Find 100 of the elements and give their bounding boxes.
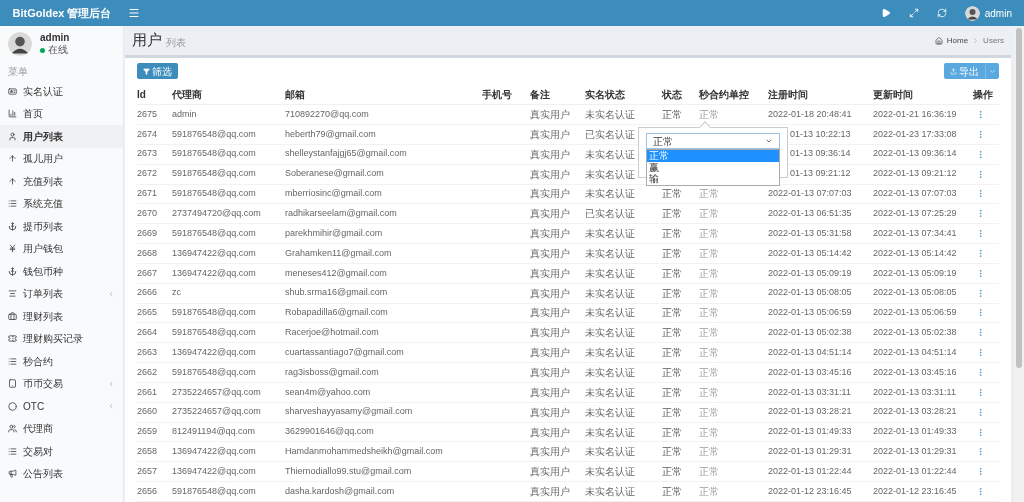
table-cell-text: 正常 (662, 425, 682, 440)
table-cell-text: 2667 (137, 266, 158, 280)
table-cell: 2022-01-13 09:36:14 (873, 147, 957, 161)
fullscreen-icon[interactable] (908, 8, 919, 18)
table-cell: 2022-01-13 05:02:38 (873, 326, 957, 340)
sidebar-item[interactable]: 系统充值 (0, 192, 123, 215)
table-cell-text: 真实用户 (530, 425, 570, 440)
table-cell: 2022-01-13 01:49:33 (768, 425, 852, 439)
column-header: 手机号 (482, 88, 513, 103)
table-cell-text: 正常 (662, 385, 682, 400)
sidebar-item[interactable]: 实名认证 (0, 80, 123, 103)
table-cell-text: 未实名认证 (585, 385, 635, 400)
sidebar-item[interactable]: OTC (0, 395, 123, 418)
sidebar-item[interactable]: 钱包币种 (0, 260, 123, 283)
export-dropdown-button[interactable] (985, 63, 999, 80)
app-title: BitGoldex 管理后台 (12, 5, 112, 21)
play-icon[interactable] (880, 8, 891, 18)
sidebar-item[interactable]: 理财购买记录 (0, 327, 123, 350)
table-cell-text: 真实用户 (530, 385, 570, 400)
sidebar-item[interactable]: 用户列表 (0, 125, 123, 148)
table-cell-text: 正常 (662, 326, 682, 341)
more-icon[interactable] (976, 368, 985, 377)
table-cell-text: 2022-01-13 01:22:44 (768, 465, 852, 478)
menu-icon[interactable] (128, 7, 140, 19)
sidebar-item[interactable]: 孤儿用户 (0, 147, 123, 170)
sidebar-item[interactable]: 提币列表 (0, 215, 123, 238)
table-cell: 2671 (137, 187, 158, 201)
table-cell-text: admin (172, 107, 197, 121)
dropdown-option[interactable]: 赢 (647, 161, 779, 173)
table-cell-text: 591876548@qq.com (172, 484, 256, 498)
table-cell: 2022-01-13 07:07:03 (768, 187, 852, 201)
table-cell-text: 真实用户 (530, 167, 570, 182)
table-cell-text: 真实用户 (530, 485, 570, 500)
sidebar-item[interactable]: 交易对 (0, 440, 123, 463)
filter-button[interactable]: 筛选 (137, 63, 178, 80)
table-cell: shelleystanfajgj65@gmail.com (285, 147, 407, 161)
table-cell-text: 2662 (137, 365, 158, 379)
table-cell: 2022-01-13 05:06:59 (873, 306, 957, 320)
table-cell-text: 正常 (662, 485, 682, 500)
table-cell-text: 正常 (662, 266, 682, 281)
breadcrumb-link[interactable]: Home (946, 34, 969, 47)
table-cell-text: 真实用户 (530, 246, 570, 261)
table-cell: 2022-01-13 05:02:38 (768, 326, 852, 340)
table-cell-text: 2656 (137, 484, 158, 498)
sidebar-item[interactable]: 币币交易 (0, 372, 123, 395)
scrollbar[interactable] (1014, 26, 1024, 502)
table-cell: shub.srma16@gmail.com (285, 286, 388, 300)
table-cell: sharveshayyasamy@gmail.com (285, 405, 413, 419)
table-cell-text: 2668 (137, 246, 158, 260)
sidebar-item[interactable]: 首页 (0, 102, 123, 125)
anchor-icon (8, 221, 17, 231)
sidebar-item[interactable]: 代理商 (0, 417, 123, 440)
sidebar-item[interactable]: 用户钱包 (0, 237, 123, 260)
table-cell-text: 未实名认证 (585, 286, 635, 301)
user-icon (8, 131, 17, 141)
id-card-icon (8, 86, 17, 96)
dropdown-option[interactable]: 输 (647, 173, 779, 185)
sidebar-item[interactable]: 充值列表 (0, 170, 123, 193)
table-cell-text: 真实用户 (530, 366, 570, 380)
table-cell-text: 2022-01-23 17:33:08 (873, 127, 957, 141)
table-cell-text: 2022-01-12 23:16:45 (768, 484, 852, 498)
table-cell-text: 真实用户 (530, 465, 570, 480)
table-cell: 2022-01-13 01:49:33 (873, 425, 957, 439)
online-status: 在线 (48, 44, 68, 57)
table-cell: 2022-01-13 01:29:31 (873, 445, 957, 459)
table-cell-text: 正常 (662, 207, 682, 222)
users-icon (8, 424, 17, 434)
table-cell-text: 正常 (662, 465, 682, 480)
table-cell: 812491194@qq.com (172, 425, 256, 439)
table-cell-text: 2022-01-13 03:31:11 (768, 385, 851, 399)
table-cell: Racerjoe@hotmail.com (285, 326, 379, 340)
table-cell: 2664 (137, 326, 158, 340)
column-header: 状态 (662, 88, 683, 103)
sidebar-item[interactable]: 理财列表 (0, 305, 123, 328)
table-cell-text: 136947422@qq.com (172, 246, 256, 260)
select-field[interactable]: 正常 (646, 133, 780, 149)
sidebar-item[interactable]: 秒合约 (0, 350, 123, 373)
table-cell-text: 2661 (137, 385, 158, 399)
breadcrumb-link[interactable]: Users (983, 34, 1004, 47)
page-title: 用户 (132, 30, 162, 51)
table-cell-text: 真实用户 (530, 326, 570, 341)
table-cell-text: heberth79@gmail.com (285, 127, 376, 141)
table-cell-text: 未实名认证 (585, 425, 635, 440)
sidebar-item[interactable]: 订单列表 (0, 282, 123, 305)
table-cell: 2022-01-13 03:28:21 (873, 405, 957, 419)
user-name[interactable]: admin (984, 5, 1012, 21)
table-cell: 2673 (137, 147, 158, 161)
table-cell-text: 2022-01-13 05:09:19 (873, 266, 957, 280)
table-cell-text: 未实名认证 (585, 366, 635, 380)
table-cell-text: 未实名认证 (585, 326, 635, 341)
tablet-icon (8, 379, 17, 389)
refresh-icon[interactable] (936, 8, 947, 18)
sidebar-item[interactable]: 公告列表 (0, 462, 123, 485)
table-cell-text: 2022-01-13 03:45:16 (873, 365, 957, 379)
table-cell-text: rag3isboss@gmail.com (285, 365, 379, 379)
user-name: admin (40, 31, 70, 44)
table-cell-text: 真实用户 (530, 445, 570, 460)
table-cell-text: 136947422@qq.com (172, 465, 256, 478)
table-cell: 591876548@qq.com (172, 147, 256, 161)
table-cell-text: 136947422@qq.com (172, 345, 256, 359)
